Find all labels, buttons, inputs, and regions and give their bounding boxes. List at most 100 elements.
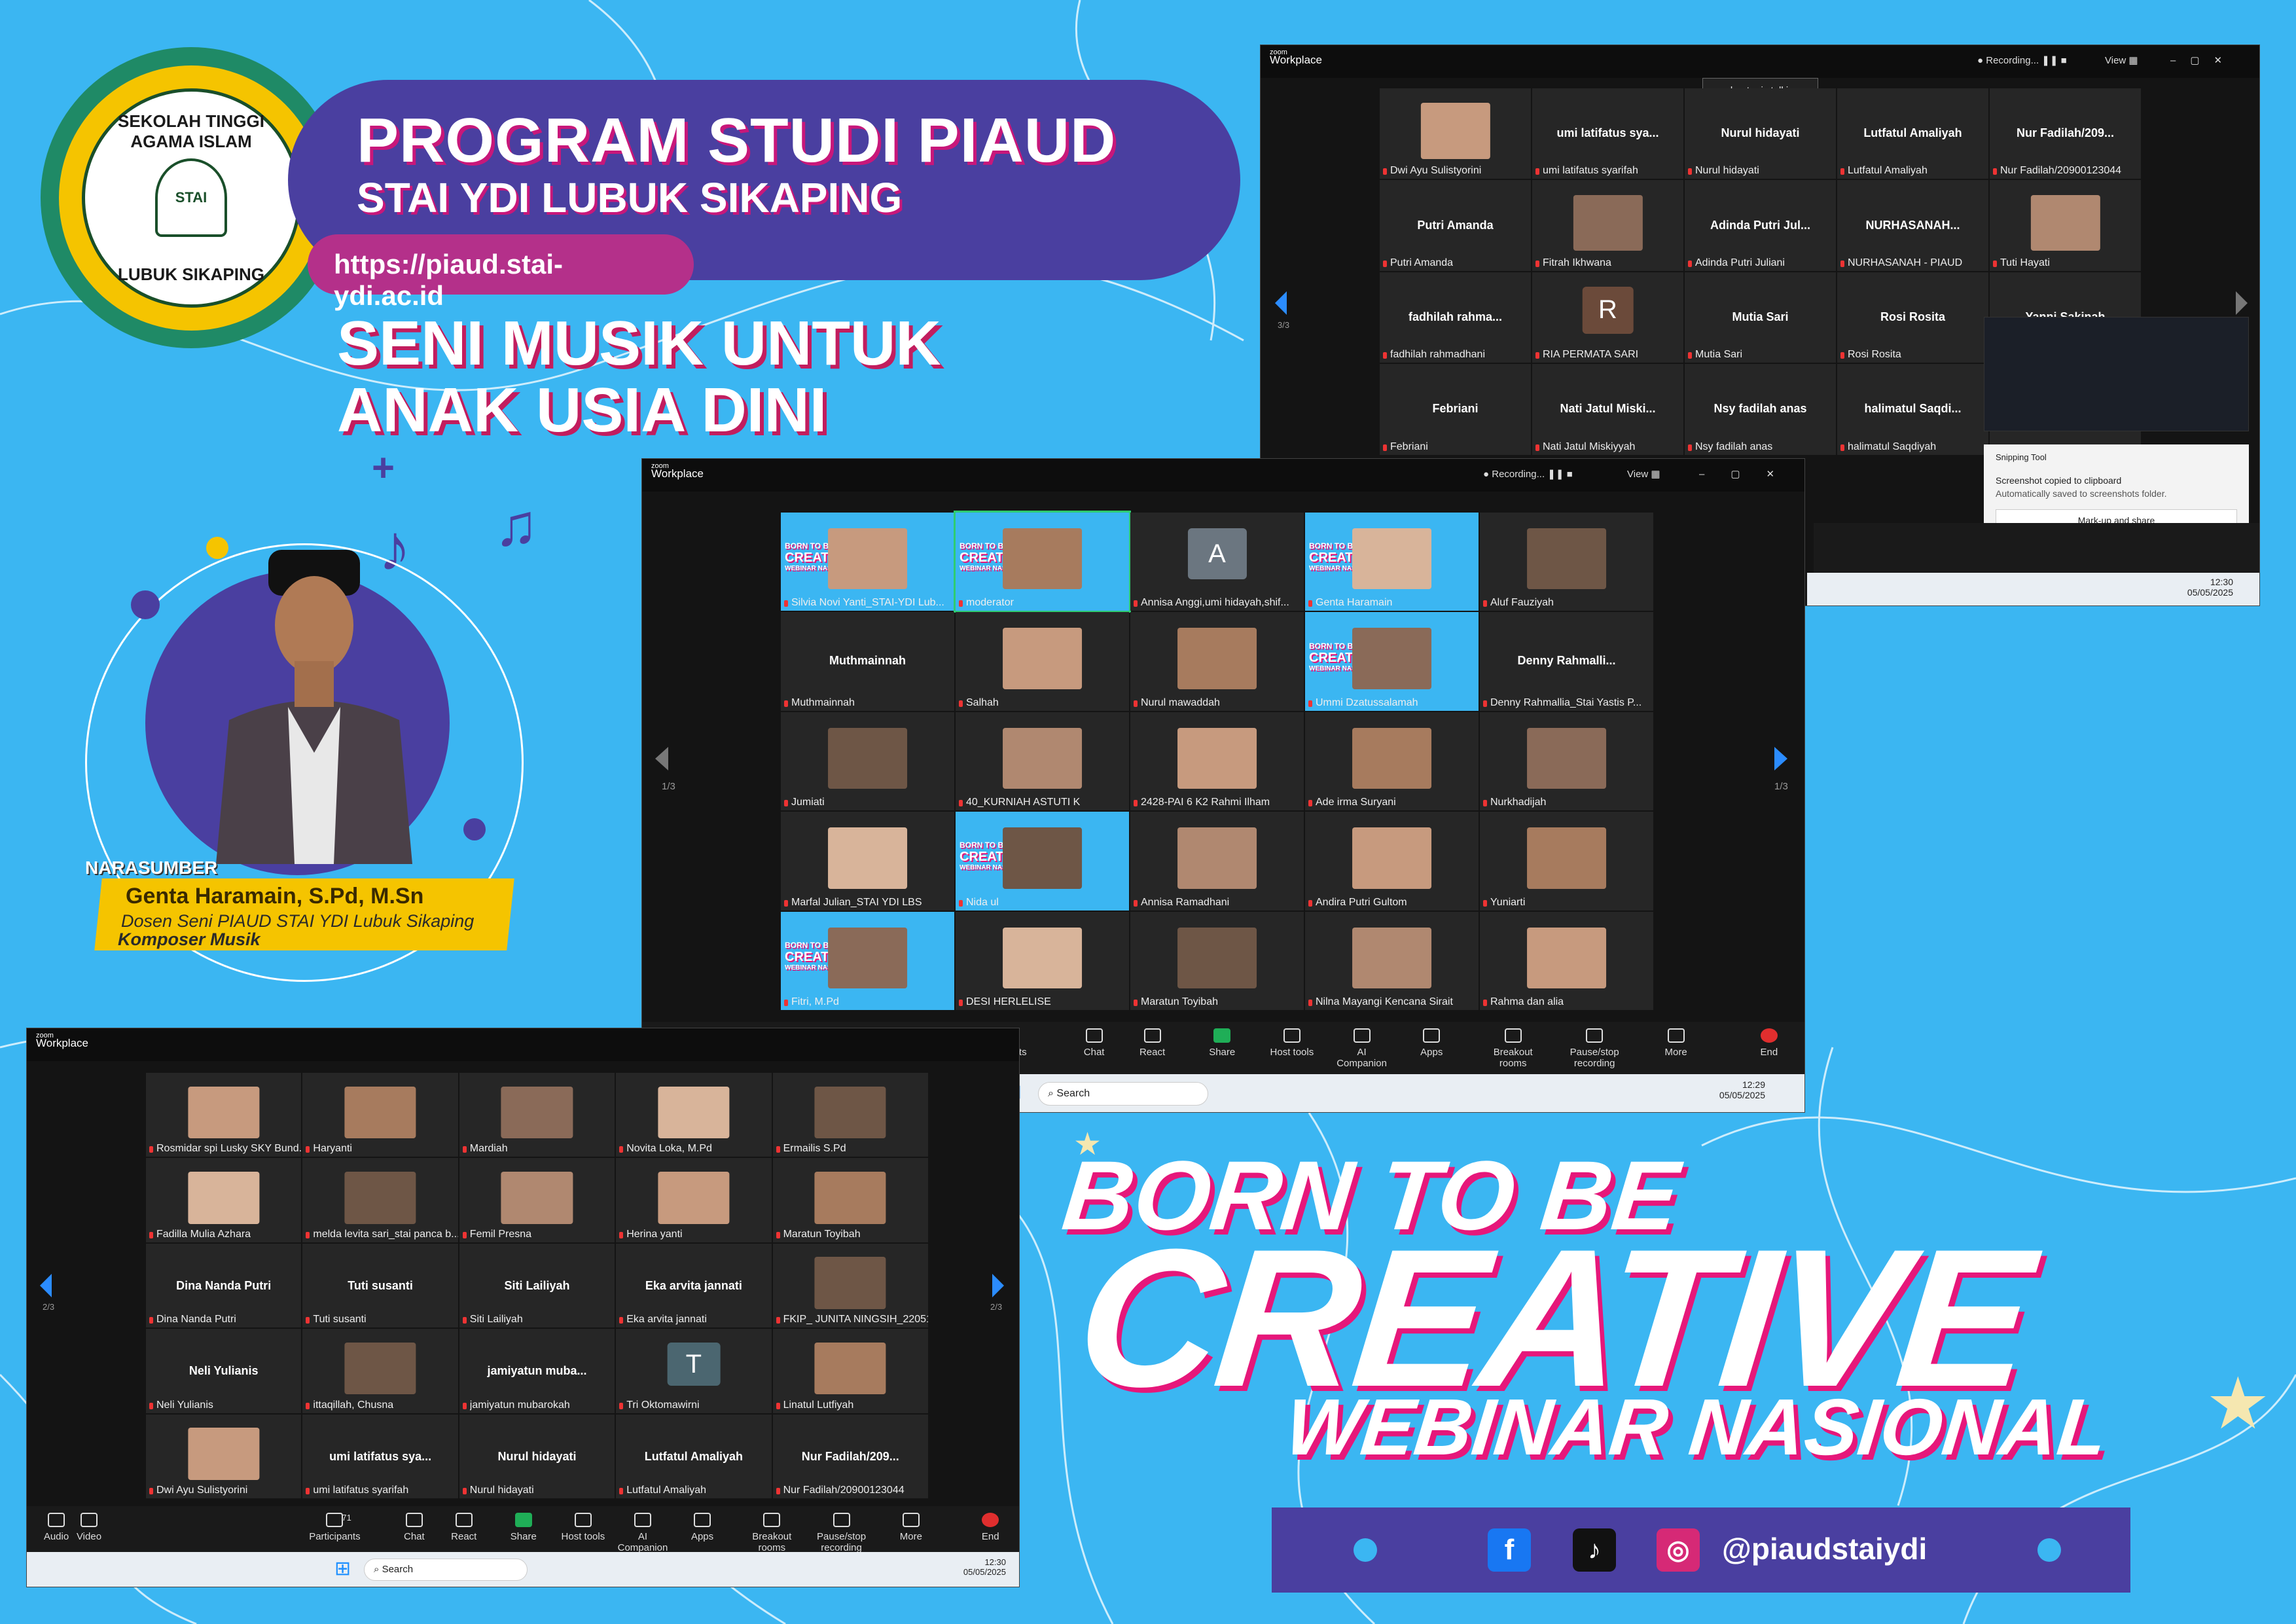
toolbar-pause-stop-recording[interactable]: Pause/stop recording xyxy=(812,1513,871,1553)
participant-tile[interactable]: Mardiah xyxy=(459,1073,615,1157)
participant-tile[interactable]: Annisa Ramadhani xyxy=(1130,812,1304,911)
participant-tile[interactable]: 40_KURNIAH ASTUTI K xyxy=(956,712,1129,811)
participant-tile[interactable]: Andira Putri Gultom xyxy=(1305,812,1479,911)
participant-tile[interactable]: Novita Loka, M.Pd xyxy=(616,1073,772,1157)
participant-tile[interactable]: Haryanti xyxy=(302,1073,458,1157)
participant-tile[interactable]: FKIP_ JUNITA NINGSIH_22051... xyxy=(772,1243,928,1328)
toolbar-apps[interactable]: Apps xyxy=(1402,1028,1461,1058)
participant-tile[interactable]: Dina Nanda Putri Dina Nanda Putri xyxy=(146,1243,302,1328)
participant-tile[interactable]: Febriani Febriani xyxy=(1380,364,1531,455)
toolbar-host-tools[interactable]: Host tools xyxy=(1263,1028,1321,1058)
participant-tile[interactable]: Nilna Mayangi Kencana Sirait xyxy=(1305,911,1479,1010)
participant-tile[interactable]: Neli Yulianis Neli Yulianis xyxy=(146,1329,302,1413)
taskbar-search[interactable]: ⌕ Search xyxy=(1038,1082,1208,1106)
toolbar-apps[interactable]: Apps xyxy=(673,1513,732,1542)
participant-tile[interactable]: 2428-PAI 6 K2 Rahmi Ilham xyxy=(1130,712,1304,811)
website-url[interactable]: https://piaud.stai-ydi.ac.id xyxy=(308,234,694,311)
participant-tile[interactable]: fadhilah rahma... fadhilah rahmadhani xyxy=(1380,272,1531,363)
prev-page-arrow[interactable] xyxy=(1275,291,1287,315)
toolbar-ai-companion[interactable]: AI Companion xyxy=(1333,1028,1391,1069)
participant-tile[interactable]: NURHASANAH... NURHASANAH - PIAUD xyxy=(1837,180,1988,271)
participant-tile[interactable]: A Annisa Anggi,umi hidayah,shif... xyxy=(1130,513,1304,611)
participant-tile[interactable]: Denny Rahmalli... Denny Rahmallia_Stai Ya… xyxy=(1480,612,1653,711)
participant-tile[interactable]: Nur Fadilah/209... Nur Fadilah/2090012304… xyxy=(1990,88,2141,179)
participant-tile[interactable]: R RIA PERMATA SARI xyxy=(1532,272,1683,363)
participant-tile[interactable]: Jumiati xyxy=(781,712,954,811)
participant-tile[interactable]: Putri Amanda Putri Amanda xyxy=(1380,180,1531,271)
participant-tile[interactable]: Fadilla Mulia Azhara xyxy=(146,1158,302,1242)
prev-page-arrow[interactable] xyxy=(40,1274,52,1297)
view-button[interactable]: View ▦ xyxy=(2105,54,2138,66)
toolbar-host-tools[interactable]: Host tools xyxy=(554,1513,613,1542)
participant-tile[interactable]: BORN TO BE CREATIVE WEBINAR NASIONAL Nida u… xyxy=(956,812,1129,911)
participant-tile[interactable]: DESI HERLELISE xyxy=(956,911,1129,1010)
participant-tile[interactable]: BORN TO BE CREATIVE WEBINAR NASIONAL modera… xyxy=(954,510,1131,613)
view-button[interactable]: View ▦ xyxy=(1627,468,1660,480)
next-page-arrow[interactable] xyxy=(992,1274,1004,1297)
participant-tile[interactable]: Linatul Lutfiyah xyxy=(772,1329,928,1413)
participant-tile[interactable]: umi latifatus sya... umi latifatus syarif… xyxy=(302,1414,458,1498)
participant-tile[interactable]: Nati Jatul Miski... Nati Jatul Miskiyyah xyxy=(1532,364,1683,455)
participant-tile[interactable]: Tuti Hayati xyxy=(1990,180,2141,271)
participant-tile[interactable]: BORN TO BE CREATIVE WEBINAR NASIONAL Genta … xyxy=(1305,513,1479,611)
participant-tile[interactable]: BORN TO BE CREATIVE WEBINAR NASIONAL Fitri,… xyxy=(781,911,954,1010)
recording-indicator[interactable]: ● Recording... ❚❚ ■ xyxy=(1483,468,1573,480)
participant-tile[interactable]: Maratun Toyibah xyxy=(772,1158,928,1242)
participant-tile[interactable]: Rosi Rosita Rosi Rosita xyxy=(1837,272,1988,363)
toolbar-react[interactable]: React xyxy=(1123,1028,1182,1058)
toolbar-end[interactable]: End xyxy=(1740,1028,1799,1058)
participant-tile[interactable]: Nur Fadilah/209... Nur Fadilah/2090012304… xyxy=(772,1414,928,1498)
participant-tile[interactable]: Fitrah Ikhwana xyxy=(1532,180,1683,271)
next-page-arrow[interactable] xyxy=(2236,291,2248,315)
toolbar-share[interactable]: Share xyxy=(1193,1028,1251,1058)
participant-tile[interactable]: Ermailis S.Pd xyxy=(772,1073,928,1157)
windows-start-icon[interactable]: ⊞ xyxy=(334,1557,351,1580)
participant-tile[interactable]: Lutfatul Amaliyah Lutfatul Amaliyah xyxy=(616,1414,772,1498)
toolbar-participants[interactable]: Participants 71 xyxy=(305,1513,364,1542)
participant-tile[interactable]: Nurul mawaddah xyxy=(1130,612,1304,711)
participant-tile[interactable]: BORN TO BE CREATIVE WEBINAR NASIONAL Ummi D… xyxy=(1305,612,1479,711)
participant-tile[interactable]: umi latifatus sya... umi latifatus syarif… xyxy=(1532,88,1683,179)
participant-tile[interactable]: Dwi Ayu Sulistyorini xyxy=(146,1414,302,1498)
participant-tile[interactable]: Rahma dan alia xyxy=(1480,911,1653,1010)
participant-tile[interactable]: BORN TO BE CREATIVE WEBINAR NASIONAL Silvia… xyxy=(781,513,954,611)
participant-tile[interactable]: Yuniarti xyxy=(1480,812,1653,911)
toolbar-pause-stop-recording[interactable]: Pause/stop recording xyxy=(1565,1028,1624,1069)
participant-tile[interactable]: Lutfatul Amaliyah Lutfatul Amaliyah xyxy=(1837,88,1988,179)
toolbar-end[interactable]: End xyxy=(961,1513,1019,1542)
recording-indicator[interactable]: ● Recording... ❚❚ ■ xyxy=(1977,54,2067,66)
toolbar-more[interactable]: More xyxy=(882,1513,941,1542)
participant-tile[interactable]: ittaqillah, Chusna xyxy=(302,1329,458,1413)
toolbar-breakout-rooms[interactable]: Breakout rooms xyxy=(1484,1028,1543,1069)
participant-tile[interactable]: Aluf Fauziyah xyxy=(1480,513,1653,611)
participant-tile[interactable]: Eka arvita jannati Eka arvita jannati xyxy=(616,1243,772,1328)
toolbar-ai-companion[interactable]: AI Companion xyxy=(613,1513,672,1553)
facebook-icon[interactable]: f xyxy=(1488,1528,1531,1572)
toolbar-chat[interactable]: Chat xyxy=(1065,1028,1124,1058)
participant-tile[interactable]: Nurkhadijah xyxy=(1480,712,1653,811)
participant-tile[interactable]: halimatul Saqdi... halimatul Saqdiyah xyxy=(1837,364,1988,455)
participant-tile[interactable]: Marfal Julian_STAI YDI LBS xyxy=(781,812,954,911)
participant-tile[interactable]: Nurul hidayati Nurul hidayati xyxy=(459,1414,615,1498)
participant-tile[interactable]: T Tri Oktomawirni xyxy=(616,1329,772,1413)
participant-tile[interactable]: Mutia Sari Mutia Sari xyxy=(1685,272,1836,363)
toolbar-breakout-rooms[interactable]: Breakout rooms xyxy=(742,1513,801,1553)
participant-tile[interactable]: Siti Lailiyah Siti Lailiyah xyxy=(459,1243,615,1328)
next-page-arrow[interactable] xyxy=(1774,747,1787,770)
toolbar-react[interactable]: React xyxy=(435,1513,493,1542)
participant-tile[interactable]: Maratun Toyibah xyxy=(1130,911,1304,1010)
toolbar-video[interactable]: Video xyxy=(60,1513,118,1542)
participant-tile[interactable]: jamiyatun muba... jamiyatun mubarokah xyxy=(459,1329,615,1413)
window-controls[interactable]: –▢✕ xyxy=(2170,54,2236,66)
participant-tile[interactable]: Muthmainnah Muthmainnah xyxy=(781,612,954,711)
tiktok-icon[interactable]: ♪ xyxy=(1573,1528,1616,1572)
participant-tile[interactable]: Herina yanti xyxy=(616,1158,772,1242)
participant-tile[interactable]: Tuti susanti Tuti susanti xyxy=(302,1243,458,1328)
participant-tile[interactable]: Ade irma Suryani xyxy=(1305,712,1479,811)
participant-tile[interactable]: Rosmidar spi Lusky SKY Bund... xyxy=(146,1073,302,1157)
participant-tile[interactable]: Salhah xyxy=(956,612,1129,711)
social-handle[interactable]: @piaudstaiydi xyxy=(1722,1531,1927,1566)
toolbar-share[interactable]: Share xyxy=(494,1513,553,1542)
participant-tile[interactable]: Femil Presna xyxy=(459,1158,615,1242)
participant-tile[interactable]: Adinda Putri Jul... Adinda Putri Juliani xyxy=(1685,180,1836,271)
